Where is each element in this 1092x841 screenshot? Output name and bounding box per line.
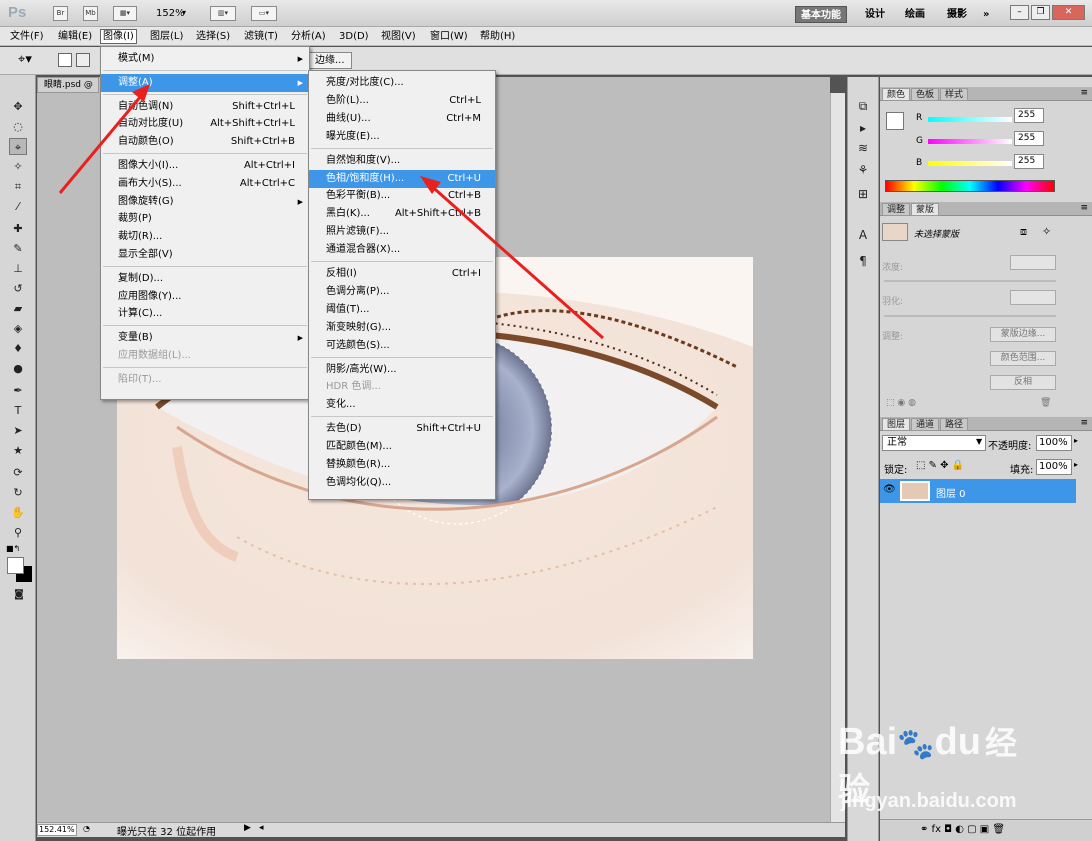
arrow-head-adjust xyxy=(132,84,150,102)
annotation-arrows xyxy=(58,84,604,340)
arrow-to-adjust xyxy=(58,89,148,194)
watermark-url: jingyan.baidu.com xyxy=(841,790,1017,812)
arrow-to-hue-sat xyxy=(427,181,604,340)
watermark-brand2: du xyxy=(934,721,981,763)
paw-icon: 🐾 xyxy=(897,728,935,761)
watermark-brand: Bai xyxy=(838,721,898,763)
